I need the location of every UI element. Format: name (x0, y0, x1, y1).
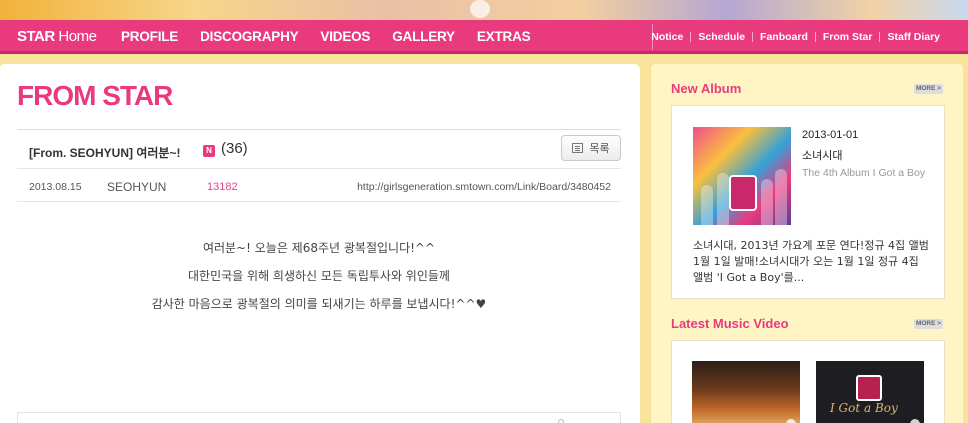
video-thumbnail[interactable] (692, 361, 800, 423)
page-title: FROM STAR (17, 80, 173, 111)
brand-strong: STAR (17, 28, 55, 45)
list-icon (572, 143, 584, 153)
main-nav-menu: PROFILE DISCOGRAPHY VIDEOS GALLERY EXTRA… (121, 29, 552, 44)
video-thumbnail[interactable]: I Got a Boy (816, 361, 924, 423)
nav-videos[interactable]: VIDEOS (320, 29, 370, 44)
post-title: [From. SEOHYUN] 여러분~! (29, 146, 181, 160)
post-body-line: 감사한 마음으로 광복절의 의미를 되새기는 하루를 보냅시다!^^♥ (151, 297, 487, 311)
star-home-link[interactable]: STAR Home (17, 28, 97, 45)
latest-video-header: Latest Music Video (671, 316, 789, 331)
banner-decoration (470, 0, 490, 18)
video-logo (856, 375, 882, 401)
album-artist: 소녀시대 (802, 149, 843, 162)
nav-schedule[interactable]: Schedule (698, 31, 745, 43)
list-button[interactable]: 목록 (561, 135, 621, 161)
album-date: 2013-01-01 (802, 129, 859, 141)
new-album-more-button[interactable]: MORE > (914, 84, 943, 94)
post-url[interactable]: http://girlsgeneration.smtown.com/Link/B… (357, 181, 611, 193)
nav-staff-diary[interactable]: Staff Diary (887, 31, 940, 43)
post-date: 2013.08.15 (29, 181, 82, 193)
post-body-line: 여러분~! 오늘은 제68주년 광복절입니다!^^ (202, 241, 436, 255)
album-cover-figure (717, 173, 729, 225)
nav-discography[interactable]: DISCOGRAPHY (200, 29, 299, 44)
album-cover-image[interactable] (693, 127, 791, 225)
nav-separator (814, 32, 816, 42)
post-meta: 2013.08.15 SEOHYUN 13182 http://girlsgen… (17, 170, 621, 202)
album-description[interactable]: 소녀시대, 2013년 가요계 포문 연다!정규 4집 앨범 1월 1일 발매!… (693, 238, 931, 286)
sidebar: New Album MORE > 2013-01-01 소녀시대 The 4th… (651, 64, 963, 423)
main-navbar: STAR Home PROFILE DISCOGRAPHY VIDEOS GAL… (0, 20, 968, 54)
sub-nav-menu: Notice Schedule Fanboard From Star Staff… (651, 31, 940, 43)
brand-light: Home (54, 28, 97, 45)
album-cover-logo (729, 175, 757, 211)
nav-separator (879, 32, 881, 42)
album-title[interactable]: The 4th Album I Got a Boy (802, 166, 932, 180)
post-body: 여러분~! 오늘은 제68주년 광복절입니다!^^ 대한민국을 위해 희생하신 … (17, 234, 621, 318)
album-cover-figure (761, 179, 773, 225)
new-badge: N (203, 145, 215, 157)
comment-box-icon (558, 419, 564, 423)
new-album-card: 2013-01-01 소녀시대 The 4th Album I Got a Bo… (671, 105, 945, 299)
nav-profile[interactable]: PROFILE (121, 29, 178, 44)
latest-video-card: I Got a Boy (671, 340, 945, 423)
nav-separator (752, 32, 754, 42)
play-icon (786, 419, 796, 423)
post-views: 13182 (207, 181, 238, 193)
album-cover-figure (701, 185, 713, 225)
post-author: SEOHYUN (107, 180, 167, 194)
nav-separator (690, 32, 692, 42)
post-header: [From. SEOHYUN] 여러분~! N (36) 목록 (17, 129, 621, 169)
nav-notice[interactable]: Notice (651, 31, 683, 43)
nav-gallery[interactable]: GALLERY (392, 29, 455, 44)
play-icon (910, 419, 920, 423)
comment-box[interactable] (17, 412, 621, 423)
latest-video-more-button[interactable]: MORE > (914, 319, 943, 329)
main-content-panel: FROM STAR [From. SEOHYUN] 여러분~! N (36) 목… (0, 64, 640, 423)
nav-fanboard[interactable]: Fanboard (760, 31, 808, 43)
nav-from-star[interactable]: From Star (823, 31, 873, 43)
new-album-header: New Album (671, 81, 742, 96)
list-button-label: 목록 (589, 143, 610, 155)
comment-count: (36) (221, 140, 248, 157)
video-title-script: I Got a Boy (830, 401, 898, 415)
post-body-line: 대한민국을 위해 희생하신 모든 독립투사와 위인들께 (188, 269, 450, 283)
top-banner (0, 0, 968, 20)
album-cover-figure (775, 169, 787, 225)
nav-extras[interactable]: EXTRAS (477, 29, 531, 44)
